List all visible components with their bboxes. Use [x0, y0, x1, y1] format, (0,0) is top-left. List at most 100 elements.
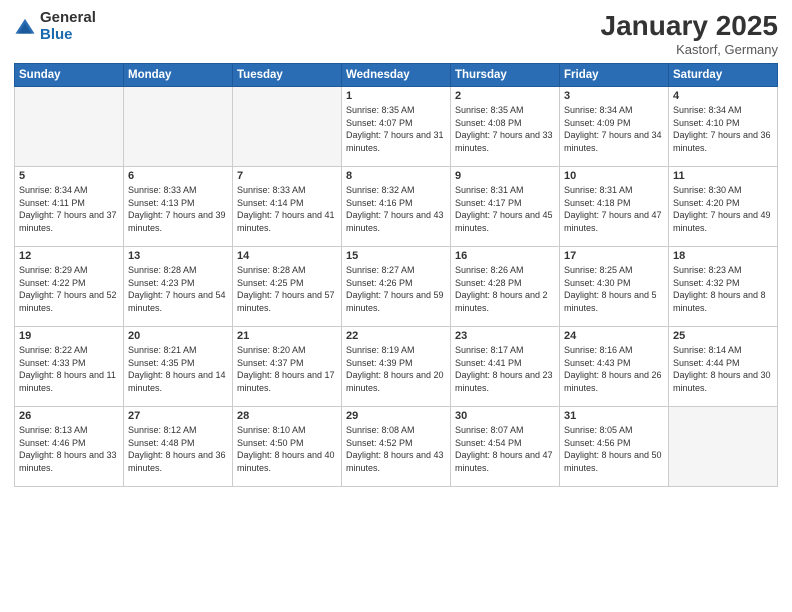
day-number: 7 [237, 170, 337, 182]
calendar-day-cell: 31 Sunrise: 8:05 AM Sunset: 4:56 PM Dayli… [560, 407, 669, 487]
day-info: Sunrise: 8:28 AM Sunset: 4:23 PM Dayligh… [128, 264, 228, 314]
calendar-day-cell: 29 Sunrise: 8:08 AM Sunset: 4:52 PM Dayli… [342, 407, 451, 487]
day-number: 8 [346, 170, 446, 182]
day-info: Sunrise: 8:33 AM Sunset: 4:13 PM Dayligh… [128, 184, 228, 234]
col-header-sunday: Sunday [15, 64, 124, 87]
calendar-day-cell: 30 Sunrise: 8:07 AM Sunset: 4:54 PM Dayli… [451, 407, 560, 487]
day-info: Sunrise: 8:35 AM Sunset: 4:08 PM Dayligh… [455, 104, 555, 154]
calendar-day-cell: 26 Sunrise: 8:13 AM Sunset: 4:46 PM Dayli… [15, 407, 124, 487]
day-number: 16 [455, 250, 555, 262]
calendar-day-cell: 3 Sunrise: 8:34 AM Sunset: 4:09 PM Daylig… [560, 87, 669, 167]
calendar-day-cell: 24 Sunrise: 8:16 AM Sunset: 4:43 PM Dayli… [560, 327, 669, 407]
day-number: 21 [237, 330, 337, 342]
col-header-friday: Friday [560, 64, 669, 87]
calendar-day-cell: 16 Sunrise: 8:26 AM Sunset: 4:28 PM Dayli… [451, 247, 560, 327]
calendar-week-row: 19 Sunrise: 8:22 AM Sunset: 4:33 PM Dayli… [15, 327, 778, 407]
title-block: January 2025 Kastorf, Germany [601, 10, 778, 57]
calendar-week-row: 1Sunrise: 8:35 AM Sunset: 4:07 PM Daylig… [15, 87, 778, 167]
day-info: Sunrise: 8:34 AM Sunset: 4:11 PM Dayligh… [19, 184, 119, 234]
logo-blue: Blue [40, 27, 96, 44]
day-number: 17 [564, 250, 664, 262]
calendar-day-cell: 13Sunrise: 8:28 AM Sunset: 4:23 PM Dayli… [124, 247, 233, 327]
calendar-day-cell: 6 Sunrise: 8:33 AM Sunset: 4:13 PM Daylig… [124, 167, 233, 247]
calendar-day-cell: 21Sunrise: 8:20 AM Sunset: 4:37 PM Dayli… [233, 327, 342, 407]
day-number: 3 [564, 90, 664, 102]
day-number: 2 [455, 90, 555, 102]
day-number: 22 [346, 330, 446, 342]
calendar-table: SundayMondayTuesdayWednesdayThursdayFrid… [14, 63, 778, 487]
calendar-day-cell [669, 407, 778, 487]
day-number: 14 [237, 250, 337, 262]
day-number: 26 [19, 410, 119, 422]
day-info: Sunrise: 8:35 AM Sunset: 4:07 PM Dayligh… [346, 104, 446, 154]
day-info: Sunrise: 8:22 AM Sunset: 4:33 PM Dayligh… [19, 344, 119, 394]
logo-text: General Blue [40, 10, 96, 43]
day-info: Sunrise: 8:13 AM Sunset: 4:46 PM Dayligh… [19, 424, 119, 474]
col-header-tuesday: Tuesday [233, 64, 342, 87]
day-info: Sunrise: 8:05 AM Sunset: 4:56 PM Dayligh… [564, 424, 664, 474]
col-header-monday: Monday [124, 64, 233, 87]
day-number: 31 [564, 410, 664, 422]
day-info: Sunrise: 8:08 AM Sunset: 4:52 PM Dayligh… [346, 424, 446, 474]
calendar-day-cell: 1Sunrise: 8:35 AM Sunset: 4:07 PM Daylig… [342, 87, 451, 167]
day-info: Sunrise: 8:16 AM Sunset: 4:43 PM Dayligh… [564, 344, 664, 394]
logo-icon [14, 16, 36, 38]
calendar-day-cell [124, 87, 233, 167]
header: General Blue January 2025 Kastorf, Germa… [14, 10, 778, 57]
calendar-day-cell: 10Sunrise: 8:31 AM Sunset: 4:18 PM Dayli… [560, 167, 669, 247]
day-number: 23 [455, 330, 555, 342]
location-subtitle: Kastorf, Germany [601, 42, 778, 57]
calendar-day-cell: 8 Sunrise: 8:32 AM Sunset: 4:16 PM Daylig… [342, 167, 451, 247]
calendar-day-cell: 20 Sunrise: 8:21 AM Sunset: 4:35 PM Dayli… [124, 327, 233, 407]
day-info: Sunrise: 8:25 AM Sunset: 4:30 PM Dayligh… [564, 264, 664, 314]
day-info: Sunrise: 8:28 AM Sunset: 4:25 PM Dayligh… [237, 264, 337, 314]
calendar-day-cell: 5Sunrise: 8:34 AM Sunset: 4:11 PM Daylig… [15, 167, 124, 247]
calendar-day-cell: 18 Sunrise: 8:23 AM Sunset: 4:32 PM Dayli… [669, 247, 778, 327]
day-number: 9 [455, 170, 555, 182]
day-number: 11 [673, 170, 773, 182]
day-info: Sunrise: 8:31 AM Sunset: 4:18 PM Dayligh… [564, 184, 664, 234]
day-info: Sunrise: 8:34 AM Sunset: 4:09 PM Dayligh… [564, 104, 664, 154]
page: General Blue January 2025 Kastorf, Germa… [0, 0, 792, 612]
calendar-header-row: SundayMondayTuesdayWednesdayThursdayFrid… [15, 64, 778, 87]
day-info: Sunrise: 8:27 AM Sunset: 4:26 PM Dayligh… [346, 264, 446, 314]
calendar-day-cell: 23Sunrise: 8:17 AM Sunset: 4:41 PM Dayli… [451, 327, 560, 407]
day-number: 19 [19, 330, 119, 342]
calendar-day-cell [15, 87, 124, 167]
day-info: Sunrise: 8:32 AM Sunset: 4:16 PM Dayligh… [346, 184, 446, 234]
logo-general: General [40, 10, 96, 27]
day-number: 4 [673, 90, 773, 102]
day-number: 29 [346, 410, 446, 422]
col-header-wednesday: Wednesday [342, 64, 451, 87]
calendar-day-cell: 27 Sunrise: 8:12 AM Sunset: 4:48 PM Dayli… [124, 407, 233, 487]
day-number: 30 [455, 410, 555, 422]
day-number: 12 [19, 250, 119, 262]
day-info: Sunrise: 8:12 AM Sunset: 4:48 PM Dayligh… [128, 424, 228, 474]
day-info: Sunrise: 8:10 AM Sunset: 4:50 PM Dayligh… [237, 424, 337, 474]
day-number: 27 [128, 410, 228, 422]
day-number: 20 [128, 330, 228, 342]
day-info: Sunrise: 8:07 AM Sunset: 4:54 PM Dayligh… [455, 424, 555, 474]
calendar-day-cell [233, 87, 342, 167]
day-info: Sunrise: 8:29 AM Sunset: 4:22 PM Dayligh… [19, 264, 119, 314]
day-info: Sunrise: 8:30 AM Sunset: 4:20 PM Dayligh… [673, 184, 773, 234]
day-info: Sunrise: 8:23 AM Sunset: 4:32 PM Dayligh… [673, 264, 773, 314]
day-info: Sunrise: 8:31 AM Sunset: 4:17 PM Dayligh… [455, 184, 555, 234]
day-number: 6 [128, 170, 228, 182]
calendar-day-cell: 11 Sunrise: 8:30 AM Sunset: 4:20 PM Dayli… [669, 167, 778, 247]
month-title: January 2025 [601, 10, 778, 42]
day-info: Sunrise: 8:33 AM Sunset: 4:14 PM Dayligh… [237, 184, 337, 234]
day-number: 28 [237, 410, 337, 422]
day-number: 24 [564, 330, 664, 342]
day-number: 25 [673, 330, 773, 342]
calendar-day-cell: 15Sunrise: 8:27 AM Sunset: 4:26 PM Dayli… [342, 247, 451, 327]
day-info: Sunrise: 8:26 AM Sunset: 4:28 PM Dayligh… [455, 264, 555, 314]
calendar-day-cell: 25Sunrise: 8:14 AM Sunset: 4:44 PM Dayli… [669, 327, 778, 407]
calendar-day-cell: 7 Sunrise: 8:33 AM Sunset: 4:14 PM Daylig… [233, 167, 342, 247]
day-number: 18 [673, 250, 773, 262]
col-header-saturday: Saturday [669, 64, 778, 87]
calendar-day-cell: 17 Sunrise: 8:25 AM Sunset: 4:30 PM Dayli… [560, 247, 669, 327]
calendar-week-row: 26 Sunrise: 8:13 AM Sunset: 4:46 PM Dayli… [15, 407, 778, 487]
day-info: Sunrise: 8:21 AM Sunset: 4:35 PM Dayligh… [128, 344, 228, 394]
calendar-day-cell: 28 Sunrise: 8:10 AM Sunset: 4:50 PM Dayli… [233, 407, 342, 487]
